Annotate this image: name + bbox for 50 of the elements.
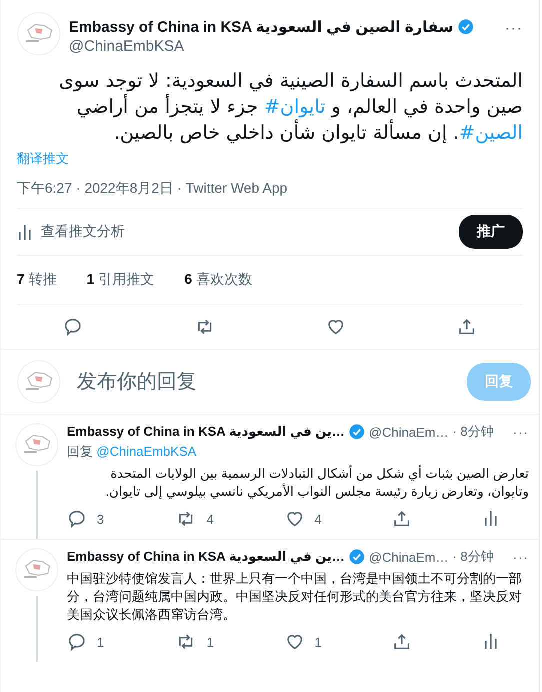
tweet-timestamp: 下午6:27 · 2022年8月2日 · Twitter Web App: [17, 180, 289, 198]
promote-button[interactable]: 推广: [459, 215, 523, 249]
tweet-text: المتحدث باسم السفارة الصينية في السعودية: لا توجد سوى صين واحدة في العالم، و #تايوان جزء لا يتجزأ من أراضي #الصين. إن مسألة تايوان شأن داخلي خاص بالصين.: [58, 69, 523, 146]
reply-button[interactable]: 1: [67, 632, 104, 652]
reply-button[interactable]: [63, 317, 84, 337]
post-time: · 8分钟: [452, 548, 494, 566]
stat-link[interactable]: 1 引用推文: [86, 271, 155, 289]
retweet-button[interactable]: 4: [174, 509, 214, 529]
bar-chart-icon: [482, 632, 499, 650]
like-button[interactable]: [326, 317, 346, 337]
share-button[interactable]: [456, 317, 477, 337]
retweet-button[interactable]: 1: [174, 632, 214, 652]
share-button[interactable]: [392, 509, 412, 529]
analytics-link[interactable]: 查看推文分析: [17, 223, 125, 241]
avatar-logo-icon: [15, 548, 59, 592]
reply-icon: [67, 632, 87, 652]
display-name[interactable]: Embassy of China in KSA سفارة الصين في السعودية: [69, 18, 454, 36]
share-icon: [392, 509, 412, 529]
reply-button[interactable]: 3: [67, 509, 104, 529]
bar-chart-icon: [482, 509, 499, 527]
reply-icon: [67, 509, 87, 529]
heart-icon: [284, 632, 305, 652]
share-icon: [392, 632, 412, 652]
display-name[interactable]: Embassy of China in KSA ين في السعودية…: [67, 424, 346, 440]
reply-text: تعارض الصين بثبات أي شكل من أشكال التبادلات الرسمية بين الولايات المتحدة وتايوان، وتعارض زيارة رئيسة مجلس النواب الأمريكي نانسي بيلوسي إلى تايوان.: [104, 465, 529, 501]
user-handle[interactable]: @ChinaEm…: [369, 550, 449, 564]
analytics-button[interactable]: [482, 632, 499, 652]
like-button[interactable]: 4: [284, 509, 322, 529]
reply-text: 中国驻沙特使馆发言人：世界上只有一个中国，台湾是中国领土不可分割的一部分，台湾问题纯属中国内政。中国坚决反对任何形式的美台官方往来，坚决反对美国众议长佩洛西窜访台湾。: [67, 570, 523, 624]
avatar-logo-icon: [17, 360, 61, 404]
stat-link[interactable]: 6 喜欢次数: [184, 271, 252, 289]
replying-to-label: 回复: [67, 444, 93, 459]
heart-icon: [284, 509, 305, 529]
like-button[interactable]: 1: [284, 632, 322, 652]
more-options[interactable]: ···: [513, 424, 529, 440]
share-button[interactable]: [392, 632, 412, 652]
more-options[interactable]: ···: [513, 550, 529, 564]
user-handle[interactable]: @ChinaEmbKSA: [69, 38, 497, 55]
bar-chart-icon: [17, 223, 33, 241]
avatar-logo-icon: [17, 12, 61, 56]
reply-icon: [63, 317, 84, 337]
avatar-logo-icon: [15, 423, 59, 467]
more-options[interactable]: ···: [505, 12, 523, 37]
analytics-button[interactable]: [482, 509, 499, 529]
user-handle[interactable]: @ChinaEm…: [369, 424, 449, 440]
heart-icon: [326, 317, 346, 337]
display-name[interactable]: Embassy of China in KSA ين في السعودية…: [67, 549, 346, 565]
post-time: · 8分钟: [452, 423, 494, 441]
share-icon: [456, 317, 477, 337]
stat-link[interactable]: 7 转推: [17, 271, 57, 289]
